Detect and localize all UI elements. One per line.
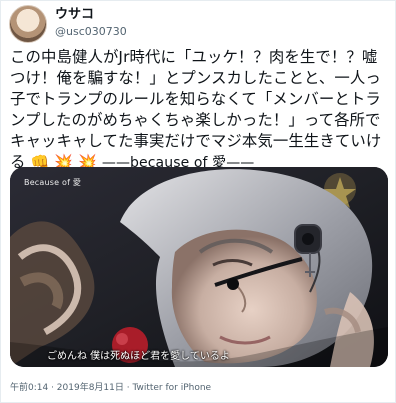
tweet-card: ウサコ @usc030730 この中島健人がJr時代に「ユッケ！？肉を生で！？嘘… [0, 0, 396, 403]
tweet-text: この中島健人がJr時代に「ユッケ！？肉を生で！？嘘つけ！俺を騙すな！」とプンスカ… [10, 47, 388, 174]
handle[interactable]: @usc030730 [55, 24, 127, 40]
concert-photo [10, 167, 388, 367]
tweet-header: ウサコ @usc030730 [9, 5, 127, 45]
tweet-timestamp[interactable]: 午前0:14 · 2019年8月11日 · Twitter for iPhone [10, 380, 211, 393]
display-name[interactable]: ウサコ [55, 7, 127, 23]
media-overlay-left: Because of 愛 [24, 178, 82, 187]
avatar[interactable] [9, 5, 47, 43]
tweet-media[interactable] [10, 167, 388, 367]
media-subtitle: ごめんね 僕は死ぬほど君を愛しているよ [47, 351, 230, 362]
user-info[interactable]: ウサコ @usc030730 [55, 5, 127, 40]
